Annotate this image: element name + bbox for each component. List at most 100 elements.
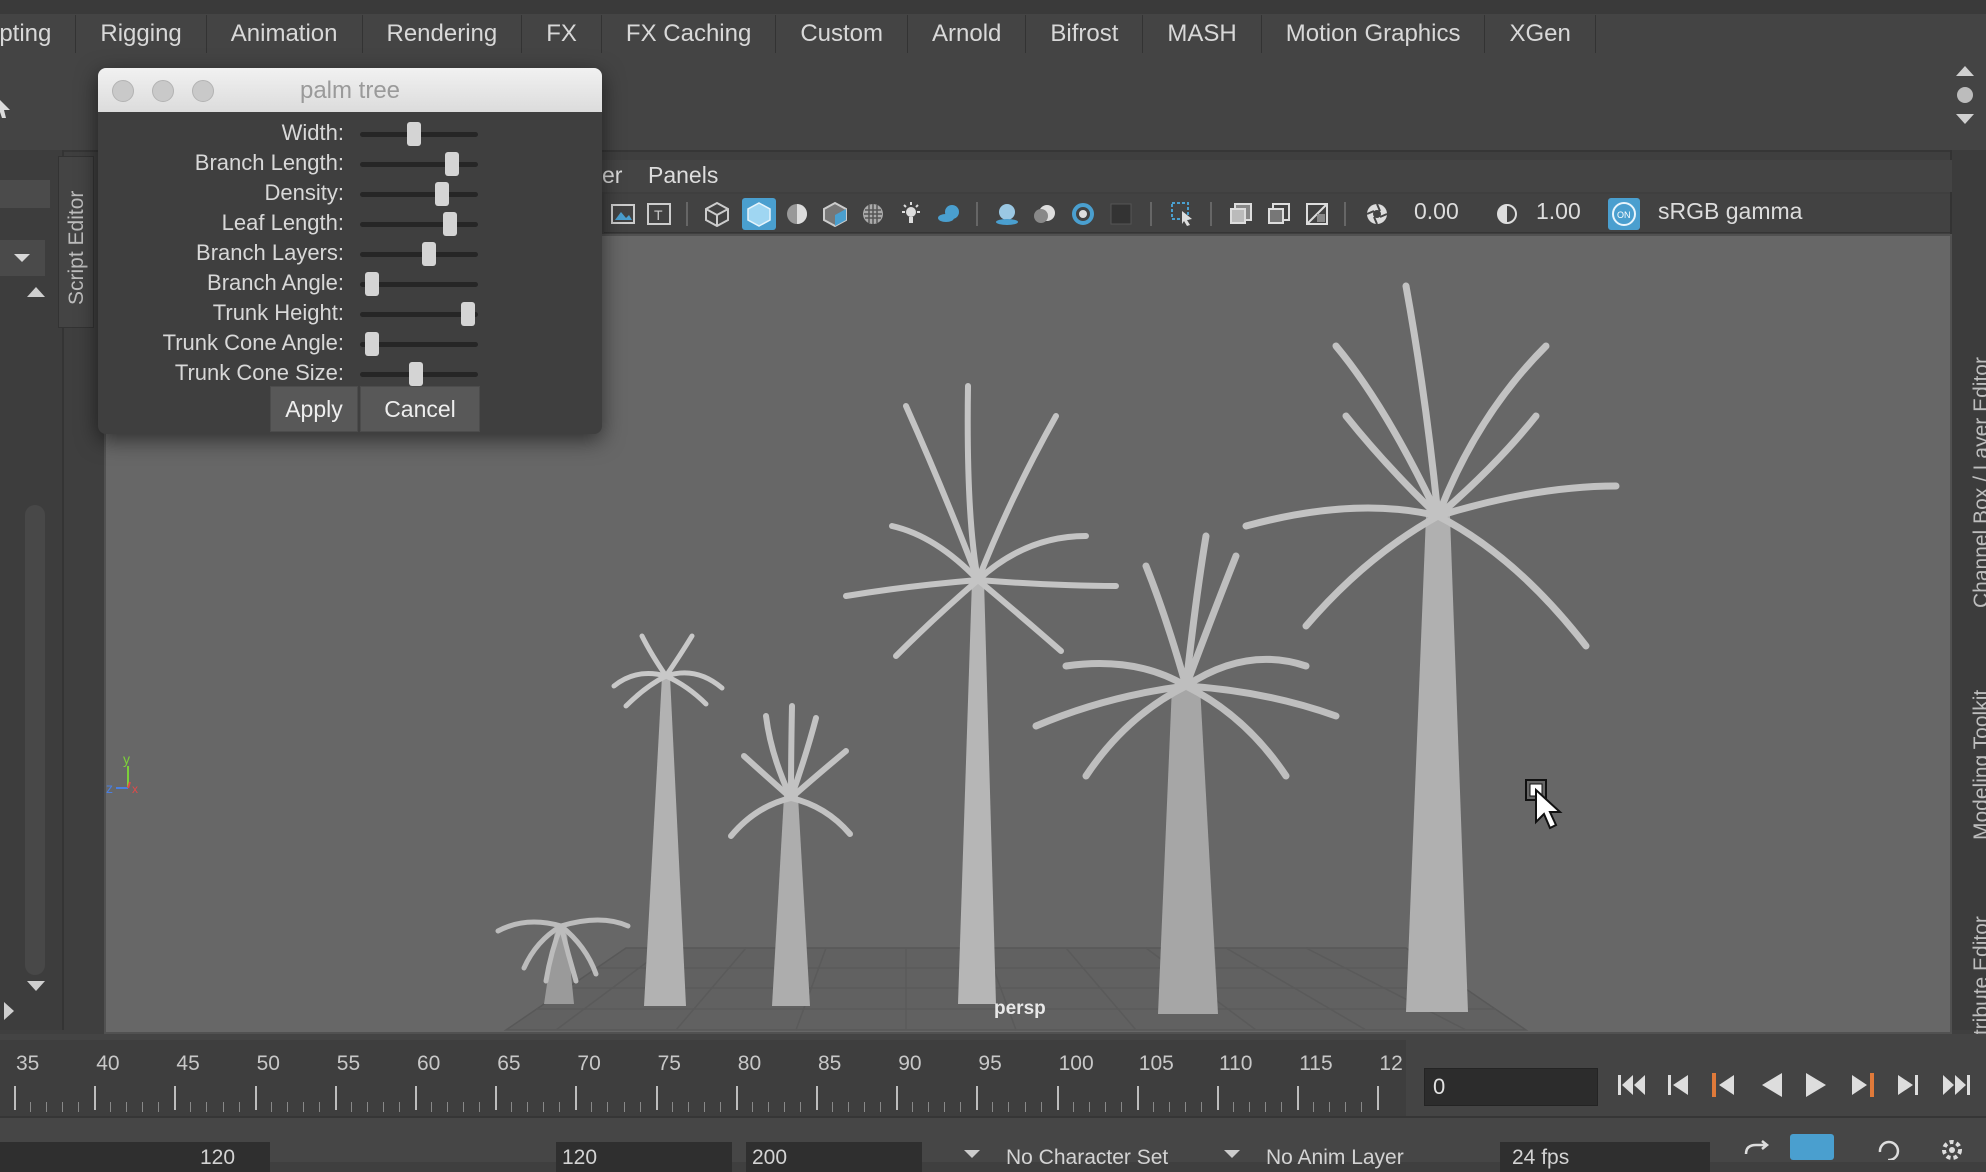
slider-track[interactable] [360,252,478,257]
script-editor-tab[interactable]: Script Editor [58,156,94,328]
slider-thumb[interactable] [422,242,437,266]
palm-tree-tallest[interactable] [1242,282,1620,1012]
left-dropdown[interactable] [0,240,45,276]
slider-track[interactable] [360,162,478,167]
scroll-up-arrow-icon[interactable] [25,284,47,300]
current-frame-field[interactable]: 0 [1424,1068,1598,1106]
wireframe-cube-icon[interactable] [704,201,730,227]
exposure-value[interactable]: 0.00 [1414,198,1459,225]
slider-thumb[interactable] [445,152,460,176]
shelf-tab[interactable]: Rigging [76,15,207,53]
reset-icon[interactable] [1874,1138,1902,1160]
shaded-sphere-icon[interactable] [784,201,810,227]
checker-sphere-icon[interactable] [860,201,886,227]
tick-label: 60 [417,1052,441,1075]
play-backward-icon[interactable] [1754,1066,1790,1104]
step-back-key-icon[interactable] [1660,1066,1696,1104]
go-to-start-icon[interactable] [1614,1066,1650,1104]
character-set-selector[interactable]: No Character Set [1006,1146,1168,1170]
major-tick [495,1086,498,1110]
slider-label: Trunk Cone Size: [174,360,344,385]
current-frame-value: 0 [1433,1074,1446,1099]
left-tool-button[interactable] [0,180,50,208]
anim-end-value: 120 [562,1146,598,1169]
panels-menu[interactable]: Panels [648,162,718,189]
xray-icon[interactable] [1228,201,1254,227]
motion-blur-icon[interactable] [1032,201,1058,227]
shelf-tab[interactable]: XGen [1485,15,1596,53]
next-key-icon[interactable] [1844,1066,1880,1104]
minor-tick [431,1102,433,1112]
previous-key-icon[interactable] [1706,1066,1742,1104]
shelf-tab[interactable]: Animation [207,15,363,53]
textured-cube-icon[interactable] [822,201,848,227]
palm-tree-tall-center[interactable] [843,383,1119,1004]
shelf-tab[interactable]: Custom [776,15,908,53]
expand-right-arrow-icon[interactable] [2,1000,16,1022]
scroll-down-arrow-icon[interactable] [25,978,47,994]
renderer-menu-partial[interactable]: er [602,162,622,189]
slider-thumb[interactable] [443,212,458,236]
go-to-end-icon[interactable] [1938,1066,1974,1104]
tick-label: 80 [737,1052,762,1075]
minor-tick [1345,1102,1347,1112]
slider-thumb[interactable] [460,302,475,326]
character-set-chevron-icon[interactable] [962,1148,982,1160]
minor-tick [142,1102,144,1112]
shelf-tab[interactable]: FX [522,15,602,53]
slider-thumb[interactable] [365,272,380,296]
color-management-toggle[interactable]: ON [1608,198,1640,230]
lights-icon[interactable] [898,201,924,227]
loop-icon[interactable] [1740,1140,1772,1160]
smooth-shade-cube-icon[interactable] [746,201,772,227]
modeling-toolkit-tab[interactable]: Modeling Toolkit [1970,690,1986,840]
ambient-occlusion-icon[interactable] [994,201,1020,227]
time-ruler[interactable]: 35 40 45 50 55 60 65 70 75 80 85 90 95 100 105 110 115 12 [0,1040,1406,1116]
minor-tick [543,1102,545,1112]
anti-alias-icon[interactable] [1070,201,1096,227]
image-plane-icon[interactable] [610,201,636,227]
exposure-aperture-icon[interactable] [1364,201,1390,227]
text-overlay-icon[interactable]: T [646,201,672,227]
shadow-sphere-icon[interactable] [936,201,962,227]
depth-of-field-icon[interactable] [1108,201,1134,227]
shelf-tab[interactable]: FX Caching [602,15,777,53]
minor-tick [623,1102,625,1112]
palm-tree-thick[interactable] [1032,532,1340,1014]
play-forward-icon[interactable] [1798,1066,1834,1104]
slider-thumb[interactable] [434,182,449,206]
step-forward-key-icon[interactable] [1890,1066,1926,1104]
apply-button[interactable]: Apply [270,386,358,432]
major-tick [976,1086,979,1110]
preferences-gear-icon[interactable] [1938,1136,1966,1160]
shelf-tab[interactable]: MASH [1143,15,1262,53]
minor-tick [607,1102,609,1112]
channel-box-tab[interactable]: Channel Box / Layer Editor [1970,357,1986,608]
shelf-tab[interactable]: Motion Graphics [1262,15,1486,53]
anim-layer-chevron-icon[interactable] [1222,1148,1242,1160]
auto-key-button[interactable] [1790,1134,1834,1160]
slider-track[interactable] [360,222,478,227]
minor-tick [767,1102,769,1112]
shelf-tab[interactable]: lpting [0,15,77,53]
slider-thumb[interactable] [365,332,380,356]
slider-track[interactable] [360,192,478,197]
xray-joints-icon[interactable] [1266,201,1292,227]
left-scrollbar[interactable] [25,505,45,975]
gamma-icon[interactable] [1494,201,1520,227]
shelf-scroll-arrows[interactable] [1950,60,1980,130]
shelf-tab[interactable]: Bifrost [1026,15,1144,53]
dialog-titlebar[interactable]: palm tree [98,68,602,112]
slider-thumb[interactable] [406,122,421,146]
slider-label: Leaf Length: [221,210,344,235]
color-space-label[interactable]: sRGB gamma [1658,198,1802,225]
slider-thumb[interactable] [408,362,423,386]
cancel-button[interactable]: Cancel [360,386,480,432]
shelf-tab[interactable]: Rendering [363,15,523,53]
major-tick [655,1086,658,1110]
shelf-tab[interactable]: Arnold [908,15,1027,53]
isolate-select-icon[interactable] [1170,201,1196,227]
anim-layer-selector[interactable]: No Anim Layer [1266,1146,1404,1170]
gamma-value[interactable]: 1.00 [1536,198,1581,225]
xray-components-icon[interactable] [1304,201,1330,227]
